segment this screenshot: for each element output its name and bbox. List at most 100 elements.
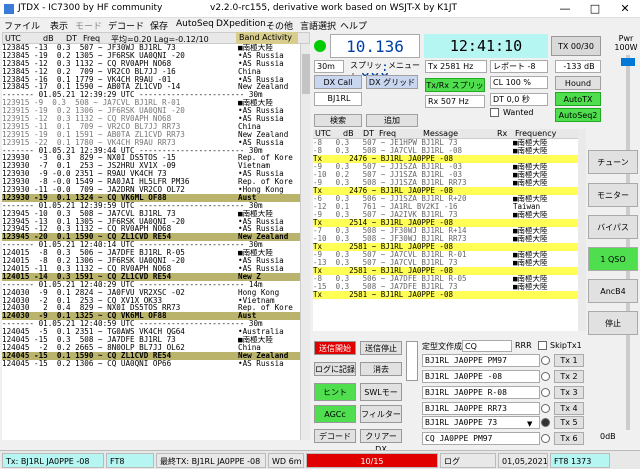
- rx-row[interactable]: -7 0.3 508 ~ JF30WJ BJ1RL R+14 ■南極大陸: [313, 227, 578, 235]
- period-separator[interactable]: ------- 01.05.21 12:39:59 UTC ----------…: [2, 201, 300, 210]
- decode-button[interactable]: デコード: [314, 429, 356, 443]
- decode-row[interactable]: 123845 -19 0.2 1305 ~ JF6RSK UA0QNI -20 •…: [2, 52, 300, 60]
- tx-frequency-spinner[interactable]: Tx 2581 Hz: [425, 60, 487, 73]
- autotx-button[interactable]: AutoTX: [555, 92, 601, 106]
- rx-frequency-spinner[interactable]: Rx 507 Hz: [425, 95, 485, 108]
- decode-row[interactable]: 124030 -9 0.1 2824 ~ JA0FVU VR2XSC -02 Ho…: [2, 289, 300, 297]
- menu-view[interactable]: 表示: [50, 19, 68, 32]
- rx-row[interactable]: -6 0.3 506 ~ JJ1SZA BJ1RL R+20 ■南極大陸: [313, 195, 578, 203]
- tx1-radio[interactable]: [541, 356, 550, 365]
- decode-row[interactable]: 123930 -11 -0.0 709 ~ JA2DRN VR2CO OL72 •…: [2, 186, 300, 194]
- decode-row[interactable]: 123945 -20 0.1 1590 ~ CQ ZL1CVD RE54 New …: [2, 233, 300, 242]
- menu-language[interactable]: 言語選択: [300, 19, 336, 32]
- decode-row[interactable]: 124030 2 0.4 829 ~ NX0I DS5TOS RR73 Rep. …: [2, 304, 300, 312]
- decode-row[interactable]: 123930 -3 0.3 829 ~ NX0I DS5TOS -15 Rep. …: [2, 154, 300, 162]
- tx-period-button[interactable]: TX 00/30: [551, 36, 601, 56]
- rx-row[interactable]: -10 0.3 508 ~ JF30WJ BJ1RL RR73 ■南極大陸: [313, 235, 578, 243]
- tx3-radio[interactable]: [541, 388, 550, 397]
- swl-mode-button[interactable]: SWLモード: [360, 383, 402, 414]
- split-checkbox[interactable]: スプリット: [348, 60, 384, 81]
- decode-row[interactable]: 123945 -10 0.3 508 ~ JA7CVL BJ1RL 73 ■南極大…: [2, 210, 300, 218]
- decode-row[interactable]: 124045 -5 0.1 2351 ~ TG0AWS VK4CH QG64 •A…: [2, 328, 300, 336]
- autoseq-button[interactable]: AutoSeq2: [555, 108, 601, 122]
- cl-percent-spinner[interactable]: CL 100 %: [490, 76, 548, 89]
- decode-row[interactable]: 123915 -9 0.3 508 ~ JA7CVL BJ1RL R-01 ■南極…: [2, 99, 300, 107]
- decode-row[interactable]: 123845 -12 0.2 709 ~ VR2CO BL7JJ -16 Chin…: [2, 68, 300, 76]
- power-slider-thumb[interactable]: [621, 58, 635, 66]
- period-separator[interactable]: ------- 01.05.21 12:39:29 UTC ----------…: [2, 91, 300, 100]
- menu-save[interactable]: 保存: [150, 19, 168, 32]
- rx-row[interactable]: -9 0.3 508 ~ JJ1SZA BJ1RL RR73 ■南極大陸: [313, 179, 578, 187]
- menu-help[interactable]: ヘルプ: [340, 19, 367, 32]
- period-separator[interactable]: ------- 01.05.21 12:39:44 UTC ----------…: [2, 146, 300, 155]
- clear-dx-button[interactable]: クリアーDX: [360, 429, 402, 454]
- tx5-dropdown-icon[interactable]: ▼: [527, 420, 532, 428]
- ancb4-button[interactable]: AncB4: [588, 279, 638, 303]
- period-separator[interactable]: ------- 01.05.21 12:40:29 UTC ----------…: [2, 280, 300, 289]
- decode-row[interactable]: 124015 -11 0.3 1132 ~ CQ RV0APH NO68 •AS …: [2, 265, 300, 273]
- decode-row[interactable]: 124045 -15 0.3 508 ~ JA7DFE BJ1RL 73 ■南極大…: [2, 336, 300, 344]
- rx-row[interactable]: -9 0.3 507 ~ JJ1SZA BJ1RL -03 ■南極大陸: [313, 163, 578, 171]
- decode-row[interactable]: 123945 -12 0.3 1132 ~ CQ RV0APH NO68 •AS …: [2, 225, 300, 233]
- tx4-button[interactable]: Tx 4: [554, 402, 584, 415]
- dx-grid-button[interactable]: DX グリッド: [366, 75, 418, 89]
- report-spinner[interactable]: レポート -8: [490, 60, 548, 73]
- rx-row[interactable]: -15 0.3 508 ~ JA7DFE BJ1RL 73 ■南極大陸: [313, 283, 578, 291]
- tx-row[interactable]: Tx 2514 ~ BJ1RL JA0PPE -08: [313, 219, 578, 227]
- decode-row[interactable]: 123915 -19 0.1 1591 ~ AB0TA ZL1CVD RR73 N…: [2, 131, 300, 139]
- one-qso-button[interactable]: 1 QSO: [588, 247, 638, 271]
- tx1-button[interactable]: Tx 1: [554, 354, 584, 367]
- decode-row[interactable]: 124030 -9 0.1 1325 ~ CQ VK6ML OF88 Aust: [2, 312, 300, 321]
- tx-row[interactable]: Tx 2476 ~ BJ1RL JA0PPE -08: [313, 187, 578, 195]
- period-separator[interactable]: ------- 01.05.21 12:40:59 UTC ----------…: [2, 320, 300, 329]
- send-start-button[interactable]: 送信開始: [314, 341, 356, 355]
- tx4-message[interactable]: BJ1RL JA0PPE RR73: [422, 402, 540, 415]
- tx-rx-split-button[interactable]: Tx/Rx スプリット: [425, 78, 485, 103]
- search-button[interactable]: 検索: [314, 114, 362, 127]
- minimize-button[interactable]: —: [550, 0, 580, 18]
- macro-toggle[interactable]: [406, 341, 418, 381]
- decode-row[interactable]: 124045 -15 0.1 1590 ~ CQ ZL1CVD RE54 New …: [2, 351, 300, 360]
- band-activity-list[interactable]: 123845 -13 0.3 507 ~ JF30WJ BJ1RL 73 ■南極大…: [2, 44, 300, 440]
- rx-row[interactable]: -8 0.3 508 ~ JA7CVL BJ1RL -08 ■南極大陸: [313, 147, 578, 155]
- decode-row[interactable]: 123915 -12 0.3 1132 ~ CQ RV0APH NO68 •AS …: [2, 115, 300, 123]
- tx-row[interactable]: Tx 2581 ~ BJ1RL JA0PPE -08: [313, 243, 578, 251]
- rx-row[interactable]: -9 0.3 507 ~ JA2IVK BJ1RL 73 ■南極大陸: [313, 211, 578, 219]
- decode-row[interactable]: 124045 -2 0.2 2665 ~ 8N0OLP BL7JJ OL62 Ch…: [2, 344, 300, 352]
- decode-row[interactable]: 123915 -11 0.1 709 ~ VR2CO BL7JJ RR73 Chi…: [2, 123, 300, 131]
- tx5-radio[interactable]: [541, 418, 550, 427]
- tx5-button[interactable]: Tx 5: [554, 416, 584, 429]
- log-qso-button[interactable]: ログに記録: [314, 362, 356, 376]
- send-stop-button[interactable]: 送信停止: [360, 341, 402, 355]
- monitor-button[interactable]: モニター: [588, 183, 638, 207]
- decode-row[interactable]: 124030 -2 0.1 253 ~ CQ XV1X OK33 •Vietnam: [2, 297, 300, 305]
- rx-frequency-list[interactable]: -8 0.3 507 ~ JE1HPW BJ1RL 73 ■南極大陸 -8 0.3 …: [313, 139, 578, 331]
- menu-file[interactable]: ファイル: [4, 19, 40, 32]
- erase-button[interactable]: 消去: [360, 362, 402, 376]
- filter-button[interactable]: フィルター: [360, 405, 402, 423]
- decode-row[interactable]: 124045 -15 0.2 1306 ~ CQ UA0QNI OP66 •AS …: [2, 360, 300, 368]
- menu-mode[interactable]: モード: [75, 19, 102, 32]
- decode-row[interactable]: 123930 -9 -0.0 2351 ~ R9AU VK4CH 73 •AS R…: [2, 170, 300, 178]
- decode-row[interactable]: 123930 -19 0.1 1324 ~ CQ VK6ML OF88 Aust: [2, 193, 300, 202]
- stop-button[interactable]: 停止: [588, 311, 638, 335]
- decode-row[interactable]: 123845 -17 0.1 1590 ~ AB0TA ZL1CVD -14 Ne…: [2, 83, 300, 91]
- bypass-button[interactable]: バイパス: [588, 215, 638, 239]
- agcc-button[interactable]: AGCc: [314, 405, 356, 423]
- decode-row[interactable]: 124015 -14 0.3 1591 ~ CQ ZL1CVD RE54 New …: [2, 272, 300, 281]
- band-activity-scrollbar[interactable]: [300, 44, 310, 440]
- maximize-button[interactable]: □: [580, 0, 610, 18]
- hound-button[interactable]: Hound: [555, 76, 601, 90]
- skip-tx1-checkbox[interactable]: [538, 341, 547, 350]
- rx-row[interactable]: -9 0.3 507 ~ JA7CVL BJ1RL R-01 ■南極大陸: [313, 251, 578, 259]
- tx3-message[interactable]: BJ1RL JA0PPE R-08: [422, 386, 540, 399]
- hint-button[interactable]: ヒント: [314, 383, 356, 401]
- menu-checkbox[interactable]: メニュー: [386, 60, 420, 73]
- decode-row[interactable]: 123930 -7 0.1 253 ~ JS2HRU XV1X -09 Vietn…: [2, 162, 300, 170]
- decode-row[interactable]: 123915 -19 0.2 1306 ~ JF6RSK UA0QNI -20 •…: [2, 107, 300, 115]
- decode-row[interactable]: 124015 -8 0.3 506 ~ JA7DFE BJ1RL R-05 ■南極…: [2, 249, 300, 257]
- close-button[interactable]: ✕: [610, 0, 640, 18]
- period-separator[interactable]: ------- 01.05.21 12:40:14 UTC ----------…: [2, 241, 300, 250]
- dial-frequency[interactable]: 10.136 000: [330, 34, 420, 80]
- dx-call-button[interactable]: DX Call: [314, 75, 362, 89]
